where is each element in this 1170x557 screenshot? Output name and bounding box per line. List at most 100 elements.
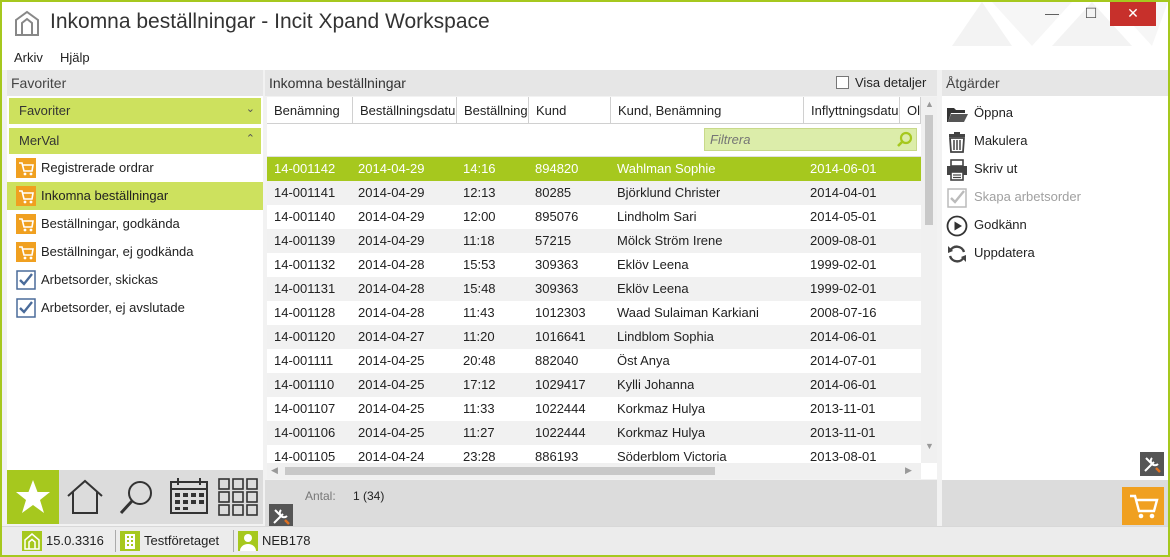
maximize-button[interactable]: ☐ (1074, 2, 1108, 26)
status-separator (115, 530, 116, 552)
action-uppdatera[interactable]: Uppdatera (946, 240, 1035, 266)
action-godkann[interactable]: Godkänn (946, 212, 1027, 238)
tab-apps[interactable] (215, 470, 267, 524)
sidebar-item-label: Arbetsorder, skickas (41, 272, 159, 287)
table-row[interactable]: 14-001110 2014-04-25 17:12 1029417 Kylli Joh… (267, 373, 921, 397)
table-cell: Wahlman Sophie (617, 161, 716, 176)
table-cell: 2014-04-28 (358, 281, 425, 296)
tab-calendar[interactable] (163, 470, 215, 524)
action-skapa-arbetsorder[interactable]: Skapa arbetsorder (946, 184, 1081, 210)
cart-button[interactable] (1122, 487, 1164, 525)
filter-row (267, 124, 921, 157)
nav-tabs (7, 470, 263, 524)
table-cell: 2014-06-01 (810, 161, 877, 176)
table-cell: Kylli Johanna (617, 377, 695, 392)
table-row[interactable]: 14-001131 2014-04-28 15:48 309363 Eklöv Leen… (267, 277, 921, 301)
menu-hjalp[interactable]: Hjälp (60, 50, 90, 65)
action-label: Skapa arbetsorder (974, 189, 1081, 204)
filter-input[interactable] (705, 129, 885, 150)
table-row[interactable]: 14-001142 2014-04-29 14:16 894820 Wahlman So… (267, 157, 921, 181)
vertical-scrollbar[interactable]: ▲ ▼ (921, 97, 937, 463)
table-row[interactable]: 14-001128 2014-04-28 11:43 1012303 Waad Sula… (267, 301, 921, 325)
menu-bar: Arkiv Hjälp (2, 46, 1168, 70)
table-cell: 2008-07-16 (810, 305, 877, 320)
tab-search[interactable] (111, 470, 163, 524)
favorites-list: Registrerade ordrar Inkomna beställninga… (7, 154, 263, 322)
table-row[interactable]: 14-001140 2014-04-29 12:00 895076 Lindholm S… (267, 205, 921, 229)
table-row[interactable]: 14-001139 2014-04-29 11:18 57215 Mölck Ström… (267, 229, 921, 253)
tools-icon[interactable] (1140, 452, 1164, 476)
sidebar-item-registrerade-ordrar[interactable]: Registrerade ordrar (7, 154, 263, 182)
home-icon (67, 479, 103, 514)
table-cell: 15:48 (463, 281, 496, 296)
column-header-bestallningstid[interactable]: Beställningstid (457, 97, 529, 124)
column-header-inflyttningsdatum[interactable]: Inflyttningsdatum (804, 97, 900, 124)
group-merval[interactable]: MerVal ⌃ (9, 128, 261, 154)
table-row[interactable]: 14-001107 2014-04-25 11:33 1022444 Korkmaz H… (267, 397, 921, 421)
group-favoriter[interactable]: Favoriter ⌄ (9, 98, 261, 124)
sidebar-item-arbetsorder-skickas[interactable]: Arbetsorder, skickas (7, 266, 263, 294)
sidebar-item-inkomna-bestallningar[interactable]: Inkomna beställningar (7, 182, 263, 210)
table-cell: 2014-04-28 (358, 257, 425, 272)
play-circle-icon (946, 215, 968, 237)
cart-icon (16, 158, 36, 178)
table-row[interactable]: 14-001120 2014-04-27 11:20 1016641 Lindblom … (267, 325, 921, 349)
grid-icon (218, 478, 258, 516)
action-makulera[interactable]: Makulera (946, 128, 1027, 154)
scroll-left-arrow[interactable]: ◀ (271, 465, 278, 476)
user-label: NEB178 (262, 533, 311, 548)
table-cell: 2014-04-29 (358, 185, 425, 200)
table-cell: 14-001131 (274, 281, 336, 296)
visa-detaljer-label[interactable]: Visa detaljer (855, 75, 926, 90)
table-cell: 895076 (535, 209, 579, 224)
table-cell: 2009-08-01 (810, 233, 877, 248)
table-row[interactable]: 14-001132 2014-04-28 15:53 309363 Eklöv Leen… (267, 253, 921, 277)
list-title: Inkomna beställningar (269, 75, 406, 91)
table-cell: 2014-04-27 (358, 329, 425, 344)
column-header-kund-benamning[interactable]: Kund, Benämning (611, 97, 804, 124)
tools-icon[interactable] (269, 504, 293, 528)
sidebar-item-bestallningar-godkanda[interactable]: Beställningar, godkända (7, 210, 263, 238)
column-header-benamning[interactable]: Benämning (267, 97, 353, 124)
chevron-down-icon: ⌄ (245, 103, 255, 115)
table-cell: 2014-04-29 (358, 161, 425, 176)
tab-home[interactable] (59, 470, 111, 524)
sidebar-item-arbetsorder-ej-avslutade[interactable]: Arbetsorder, ej avslutade (7, 294, 263, 322)
menu-arkiv[interactable]: Arkiv (14, 50, 43, 65)
column-header-bestallningsdatum[interactable]: Beställningsdatum (353, 97, 457, 124)
horizontal-scroll-thumb[interactable] (285, 467, 715, 475)
table-row[interactable]: 14-001141 2014-04-29 12:13 80285 Björklund C… (267, 181, 921, 205)
folder-open-icon (947, 108, 968, 122)
action-label: Uppdatera (974, 245, 1035, 260)
table-cell: 11:33 (463, 401, 495, 416)
scroll-right-arrow[interactable]: ▶ (905, 465, 912, 476)
vertical-scroll-thumb[interactable] (925, 115, 933, 225)
action-skriv-ut[interactable]: Skriv ut (946, 156, 1017, 182)
table-cell: 14-001107 (274, 401, 336, 416)
table-cell: 57215 (535, 233, 572, 248)
minimize-button[interactable]: — (1035, 2, 1069, 26)
column-header-overflow[interactable]: Ol (900, 97, 921, 124)
table-cell: 2014-04-25 (358, 353, 425, 368)
table-row[interactable]: 14-001111 2014-04-25 20:48 882040 Öst Anya 20… (267, 349, 921, 373)
status-company: Testföretaget (118, 530, 219, 552)
action-oppna[interactable]: Öppna (946, 100, 1013, 126)
window-title: Inkomna beställningar - Incit Xpand Work… (50, 10, 490, 33)
printer-icon (947, 159, 967, 181)
scroll-down-arrow[interactable]: ▼ (925, 441, 934, 451)
actions-panel: Öppna Makulera Skriv ut Skapa arbetsorde… (942, 96, 1168, 480)
horizontal-scrollbar[interactable]: ◀ ▶ (267, 463, 921, 479)
table-row[interactable]: 14-001106 2014-04-25 11:27 1022444 Korkmaz H… (267, 421, 921, 445)
user-icon (238, 531, 258, 551)
sidebar-item-label: Registrerade ordrar (41, 160, 154, 175)
favorites-header: Favoriter (7, 70, 263, 96)
table-cell: Mölck Ström Irene (617, 233, 723, 248)
close-button[interactable]: ✕ (1110, 2, 1156, 26)
scroll-up-arrow[interactable]: ▲ (925, 99, 934, 109)
visa-detaljer-checkbox[interactable] (836, 76, 849, 89)
column-header-kund[interactable]: Kund (529, 97, 611, 124)
sidebar-item-bestallningar-ej-godkanda[interactable]: Beställningar, ej godkända (7, 238, 263, 266)
app-logo-icon (15, 10, 39, 36)
search-icon[interactable] (896, 131, 913, 148)
tab-favorites[interactable] (7, 470, 59, 524)
